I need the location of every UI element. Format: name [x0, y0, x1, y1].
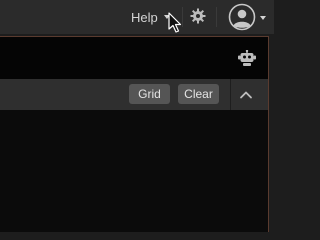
mouse-pointer-icon: [168, 12, 182, 33]
top-bar: Help: [0, 0, 274, 34]
toolbar-divider: [230, 79, 231, 110]
chevron-up-icon[interactable]: [238, 87, 254, 103]
topbar-divider: [182, 7, 183, 27]
chevron-down-icon[interactable]: [260, 16, 266, 20]
robot-icon[interactable]: [238, 50, 256, 66]
output-panel[interactable]: [0, 110, 269, 232]
clear-button[interactable]: Clear: [178, 84, 219, 104]
output-toolbar: Grid Clear: [0, 79, 269, 110]
gear-icon[interactable]: [190, 8, 206, 24]
help-menu[interactable]: Help: [131, 8, 170, 26]
app-window: Help Grid Clear: [0, 0, 274, 232]
topbar-divider: [216, 7, 217, 27]
user-avatar-icon[interactable]: [228, 3, 256, 31]
command-bar[interactable]: [0, 36, 269, 80]
right-gutter: [269, 36, 274, 232]
grid-button[interactable]: Grid: [129, 84, 170, 104]
help-label: Help: [131, 9, 158, 25]
